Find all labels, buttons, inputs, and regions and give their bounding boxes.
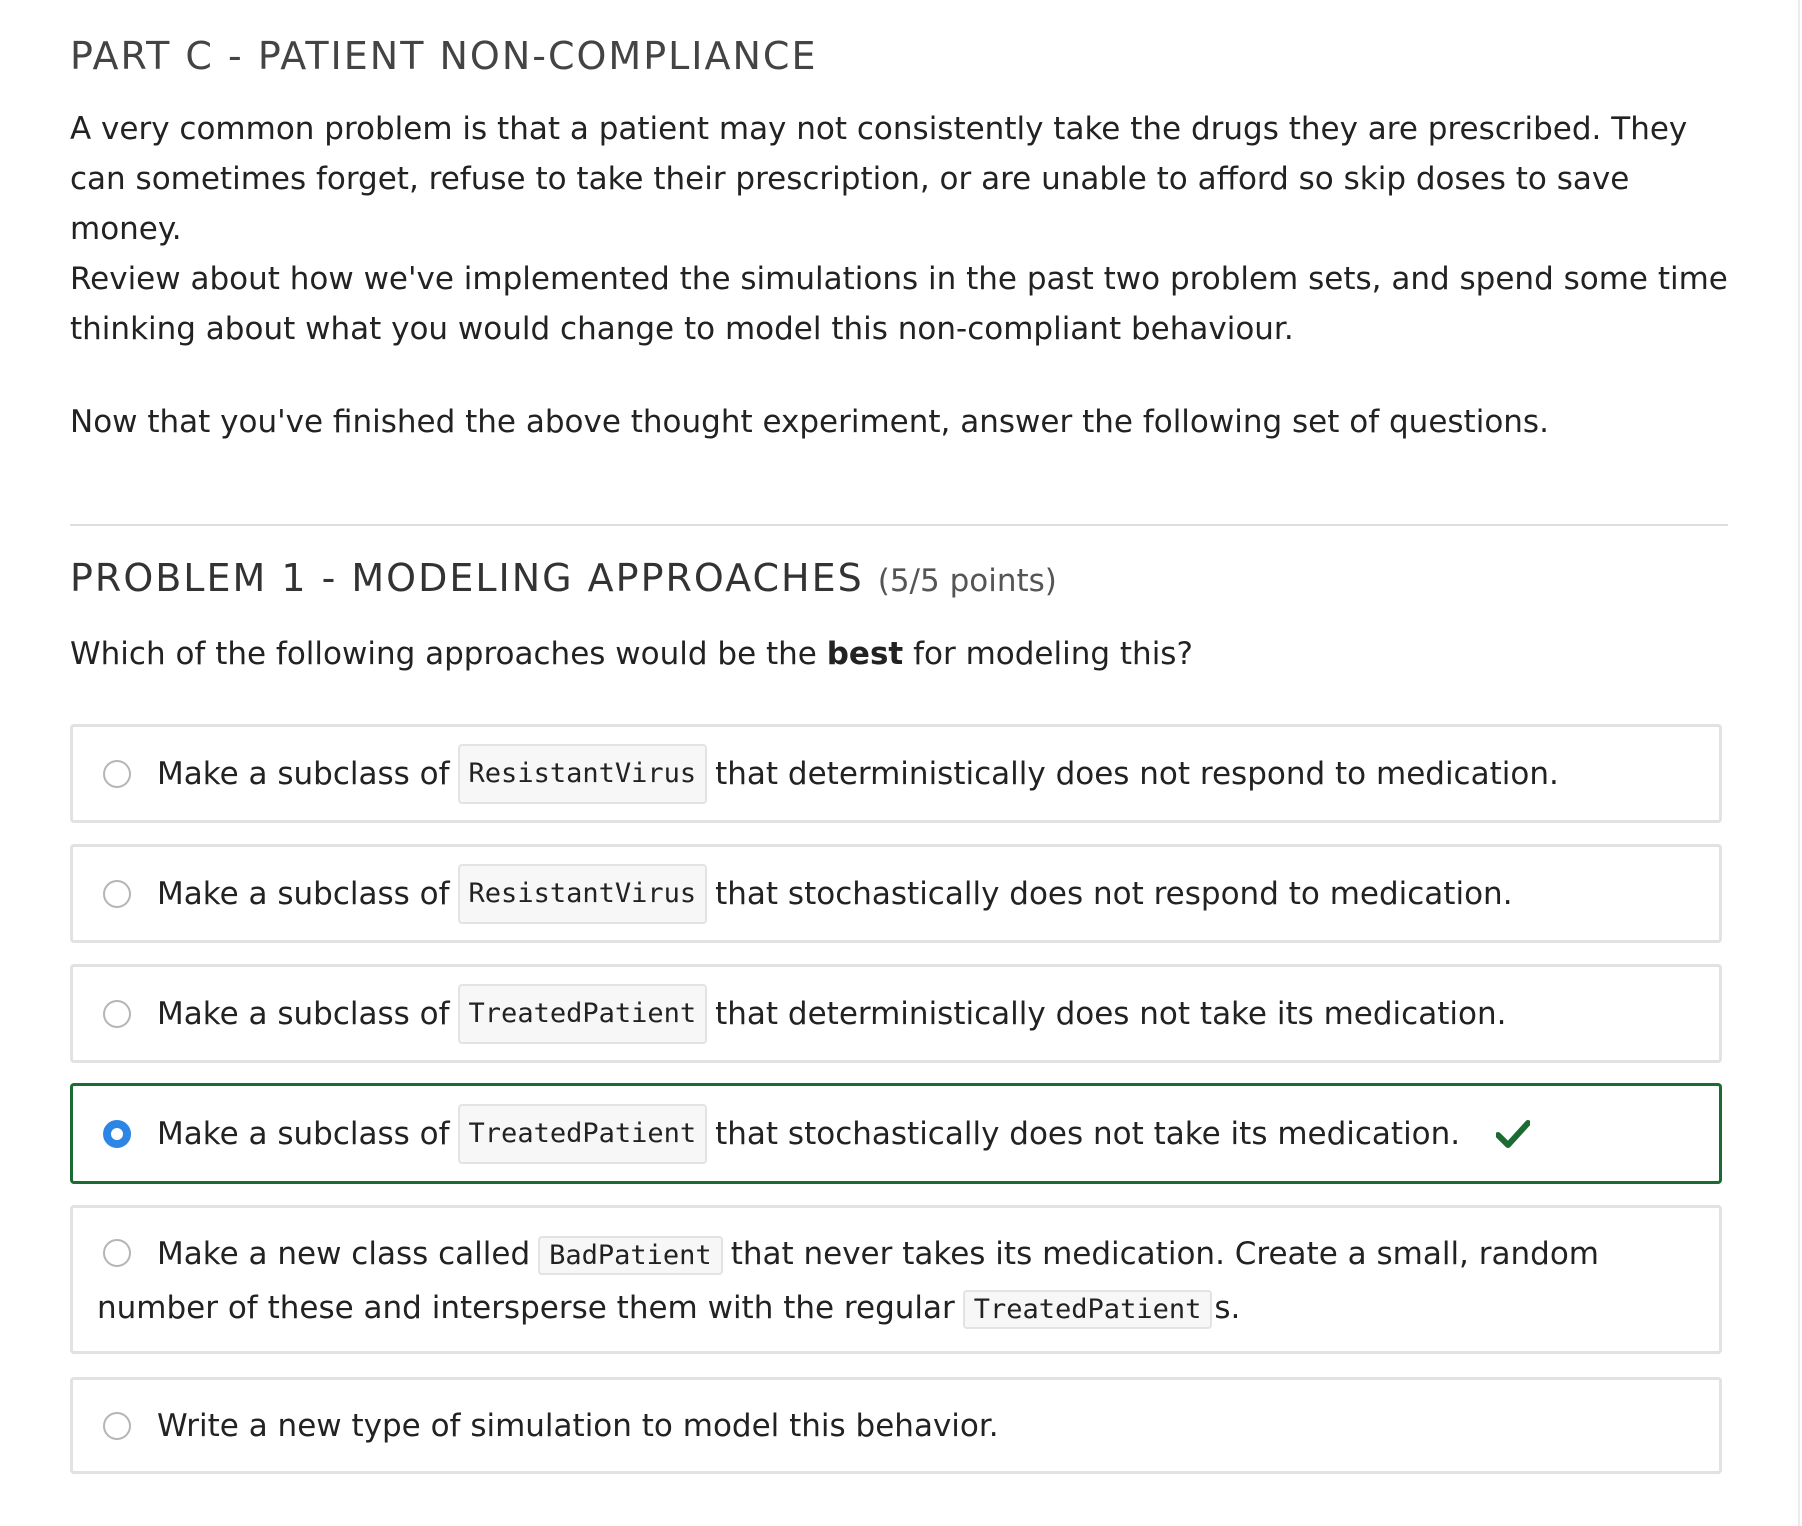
option-4-text-after: that stochastically does not take its me…	[715, 1115, 1461, 1152]
option-1-text-after: that deterministically does not respond …	[715, 755, 1559, 792]
main-content: PART C - PATIENT NON-COMPLIANCE A very c…	[70, 0, 1728, 1474]
radio-button-option-3[interactable]	[103, 999, 131, 1028]
intro-paragraph-2: Review about how we've implemented the s…	[70, 261, 1728, 347]
problem-question: Which of the following approaches would …	[70, 628, 1193, 680]
option-2-text-after: that stochastically does not respond to …	[715, 875, 1513, 912]
option-6-text: Write a new type of simulation to model …	[157, 1407, 999, 1444]
intro-paragraph-3: Now that you've finished the above thoug…	[70, 404, 1549, 440]
correct-checkmark-icon	[1496, 1119, 1531, 1148]
answer-option-4[interactable]: Make a subclass of TreatedPatient that sto…	[70, 1083, 1722, 1184]
option-4-code: TreatedPatient	[457, 1103, 708, 1164]
radio-button-option-5[interactable]	[103, 1238, 131, 1267]
option-3-text-before: Make a subclass of	[157, 995, 450, 1032]
question-emphasis: best	[826, 636, 904, 672]
option-3-text-after: that deterministically does not take its…	[715, 995, 1507, 1032]
answer-option-5[interactable]: Make a new class called BadPatient that ne…	[70, 1205, 1722, 1354]
problem-heading: PROBLEM 1 - MODELING APPROACHES (5/5 poin…	[70, 552, 1057, 607]
radio-button-option-6[interactable]	[103, 1411, 131, 1440]
option-5-code-2: TreatedPatient	[962, 1290, 1213, 1329]
option-1-code: ResistantVirus	[457, 743, 708, 804]
radio-button-option-1[interactable]	[103, 759, 131, 788]
radio-button-option-4[interactable]	[103, 1119, 131, 1148]
answer-option-1[interactable]: Make a subclass of ResistantVirus that det…	[70, 724, 1722, 823]
section-divider	[70, 524, 1728, 526]
option-3-code: TreatedPatient	[457, 983, 708, 1044]
radio-button-option-2[interactable]	[103, 879, 131, 908]
option-2-code: ResistantVirus	[457, 863, 708, 924]
option-4-text-before: Make a subclass of	[157, 1115, 450, 1152]
part-heading: PART C - PATIENT NON-COMPLIANCE	[70, 34, 818, 78]
answer-option-2[interactable]: Make a subclass of ResistantVirus that sto…	[70, 844, 1722, 943]
option-5-text-before: Make a new class called	[157, 1236, 531, 1272]
page-scroll-edge	[1798, 0, 1800, 1526]
problem-points: (5/5 points)	[877, 563, 1057, 599]
problem-title: PROBLEM 1 - MODELING APPROACHES	[70, 556, 864, 600]
option-2-text-before: Make a subclass of	[157, 875, 450, 912]
option-5-text-after-2: s.	[1214, 1290, 1241, 1326]
answer-option-6[interactable]: Write a new type of simulation to model …	[70, 1377, 1722, 1474]
question-text-before: Which of the following approaches would …	[70, 636, 827, 672]
option-1-text-before: Make a subclass of	[157, 755, 450, 792]
answer-option-3[interactable]: Make a subclass of TreatedPatient that det…	[70, 964, 1722, 1063]
question-text-after: for modeling this?	[903, 636, 1193, 672]
option-5-code: BadPatient	[538, 1236, 723, 1275]
intro-paragraph-1: A very common problem is that a patient …	[70, 111, 1688, 247]
